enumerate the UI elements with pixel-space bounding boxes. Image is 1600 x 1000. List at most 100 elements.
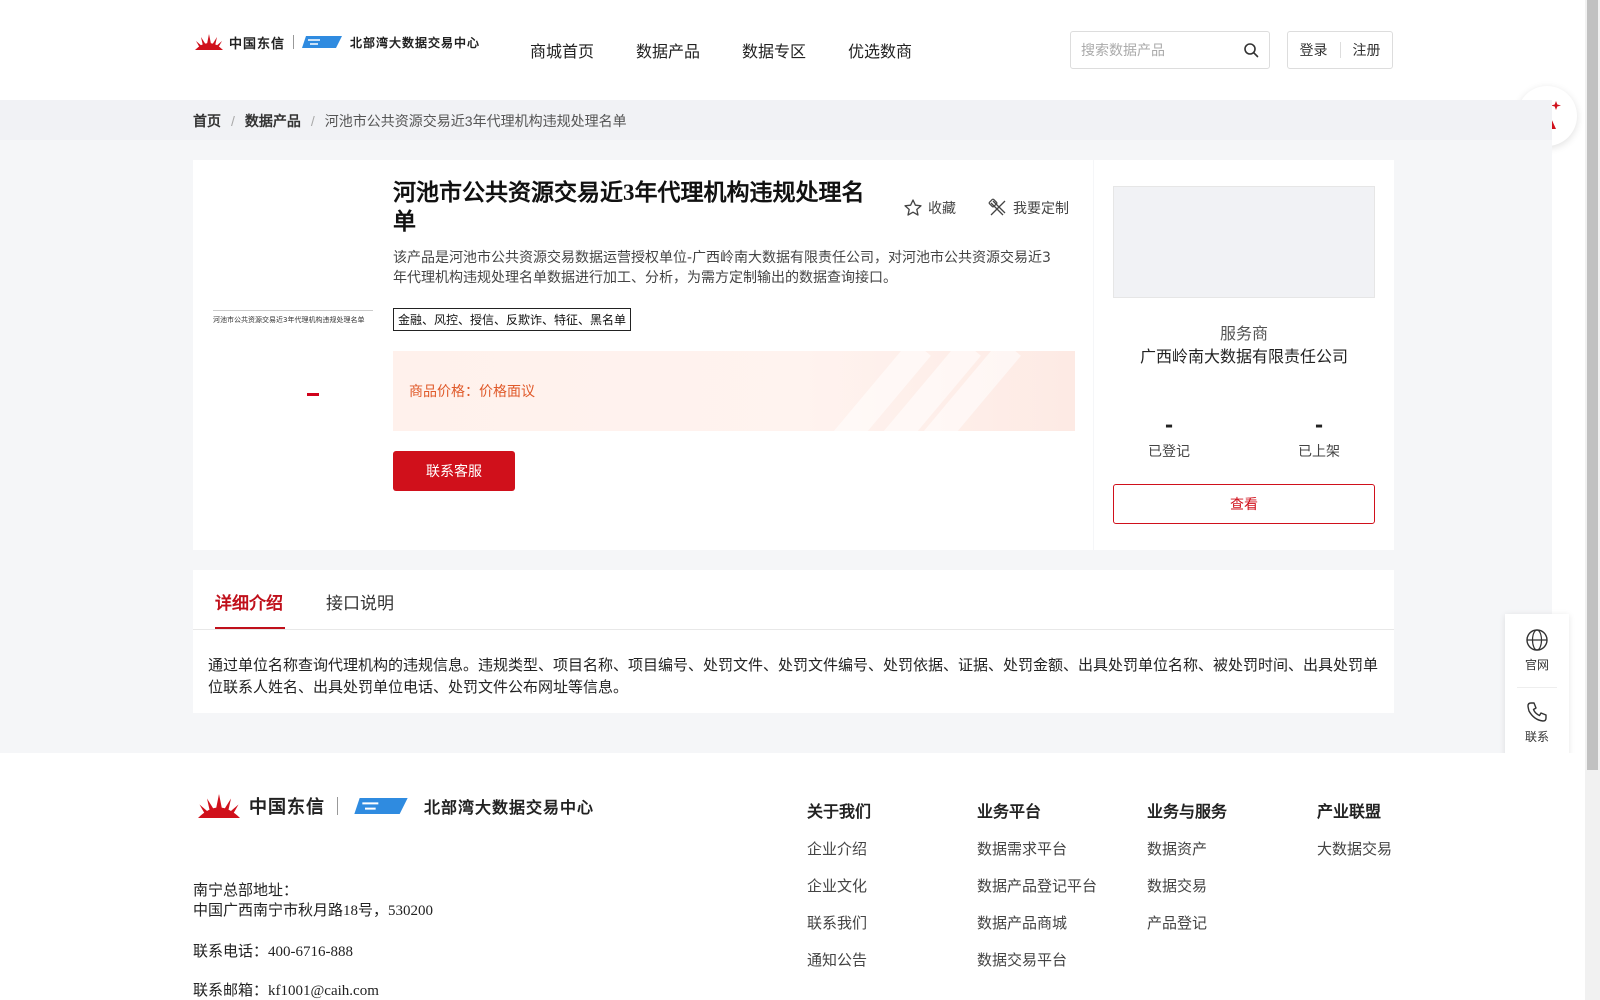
provider-label: 服务商: [1219, 324, 1268, 343]
logo-divider: [337, 797, 338, 815]
nav-preferred-vendors[interactable]: 优选数商: [848, 38, 912, 62]
site-logo[interactable]: 中国东信 北部湾大数据交易中心: [193, 30, 480, 54]
main-nav: 商城首页 数据产品 数据专区 优选数商: [530, 38, 912, 62]
product-thumbnail: 河池市公共资源交易近3年代理机构违规处理名单: [213, 220, 373, 396]
stat-label: 已上架: [1298, 444, 1340, 460]
provider-card: 服务商 广西岭南大数据有限责任公司 - 已登记 - 已上架 查看: [1094, 160, 1394, 550]
customize-label: 我要定制: [1013, 201, 1069, 217]
tab-api-docs[interactable]: 接口说明: [326, 589, 394, 614]
login-button[interactable]: 登录: [1300, 40, 1328, 60]
provider-stat-listed: - 已上架: [1244, 415, 1394, 461]
footer-col-title: 关于我们: [807, 802, 872, 821]
footer-link[interactable]: 数据交易: [1147, 876, 1227, 896]
auth-divider: [1339, 42, 1341, 58]
thumbnail-caption: 河池市公共资源交易近3年代理机构违规处理名单: [213, 316, 365, 324]
logo-brand-cn: 中国东信: [249, 797, 325, 818]
toolbar-divider: [1517, 687, 1557, 688]
detail-section: 详细介绍 接口说明 通过单位名称查询代理机构的违规信息。违规类型、项目名称、项目…: [193, 570, 1394, 713]
footer-col-alliance: 产业联盟 大数据交易: [1317, 798, 1392, 876]
tab-details[interactable]: 详细介绍: [215, 589, 283, 614]
phone-icon: [1527, 702, 1547, 722]
footer-phone: 联系电话：400-6716-888: [193, 944, 353, 960]
customize-button[interactable]: 我要定制: [988, 198, 1069, 218]
footer-link[interactable]: 数据交易平台: [977, 950, 1097, 970]
product-title: 河池市公共资源交易近3年代理机构违规处理名单: [393, 180, 865, 234]
favorite-button[interactable]: 收藏: [903, 198, 956, 218]
breadcrumb: 首页 / 数据产品 / 河池市公共资源交易近3年代理机构违规处理名单: [193, 111, 627, 131]
product-description: 该产品是河池市公共资源交易数据运营授权单位-广西岭南大数据有限责任公司，对河池市…: [393, 250, 1051, 286]
logo-brand-en: 北部湾大数据交易中心: [350, 35, 481, 50]
footer-link[interactable]: 数据产品登记平台: [977, 876, 1097, 896]
thumbnail-rule: [213, 310, 373, 311]
scrollbar-thumb[interactable]: [1587, 0, 1598, 770]
auth-box: 登录 注册: [1287, 31, 1393, 69]
product-card: 河池市公共资源交易近3年代理机构违规处理名单 河池市公共资源交易近3年代理机构违…: [193, 160, 1093, 550]
active-tab-indicator: [215, 627, 285, 629]
official-site-label: 官网: [1524, 658, 1549, 672]
search-box: [1070, 31, 1270, 69]
breadcrumb-separator: /: [310, 113, 315, 129]
site-header: 中国东信 北部湾大数据交易中心 商城首页 数据产品 数据专区 优选数商 登录 注…: [0, 0, 1552, 100]
footer-link[interactable]: 数据需求平台: [977, 839, 1097, 859]
footer-link[interactable]: 通知公告: [807, 950, 871, 970]
logo-brand-en: 北部湾大数据交易中心: [424, 798, 595, 817]
thumbnail-accent: [307, 393, 319, 396]
breadcrumb-bar: 首页 / 数据产品 / 河池市公共资源交易近3年代理机构违规处理名单: [0, 100, 1552, 140]
detail-tabs: 详细介绍 接口说明: [193, 570, 1394, 630]
flower-logo-icon: [193, 791, 245, 821]
register-button[interactable]: 注册: [1353, 40, 1381, 60]
globe-icon: [1526, 629, 1548, 651]
footer-col-services: 业务与服务 数据资产 数据交易 产品登记: [1147, 798, 1227, 950]
nav-data-products[interactable]: 数据产品: [636, 38, 700, 62]
side-toolbar: 官网 联系: [1505, 614, 1569, 760]
product-tags: 金融、风控、授信、反欺诈、特征、黑名单: [393, 308, 632, 331]
footer-link[interactable]: 大数据交易: [1317, 839, 1392, 859]
contact-button[interactable]: 联系: [1505, 700, 1569, 745]
footer-link[interactable]: 企业文化: [807, 876, 871, 896]
provider-logo-placeholder: [1113, 186, 1375, 298]
price-box: 商品价格：价格面议: [393, 351, 1075, 431]
tools-icon: [988, 198, 1006, 216]
address-value: 中国广西南宁市秋月路18号，530200: [193, 903, 434, 919]
search-input[interactable]: [1071, 33, 1231, 67]
contact-service-button[interactable]: 联系客服: [393, 451, 515, 491]
provider-name: 广西岭南大数据有限责任公司: [1139, 347, 1348, 366]
detail-text: 通过单位名称查询代理机构的违规信息。违规类型、项目名称、项目编号、处罚文件、处罚…: [208, 656, 1379, 696]
logo-wave-icon: [354, 798, 408, 814]
address-label: 南宁总部地址：: [193, 883, 299, 899]
nav-home[interactable]: 商城首页: [530, 38, 594, 62]
price-label: 商品价格：价格面议: [409, 384, 535, 400]
official-site-button[interactable]: 官网: [1505, 628, 1569, 673]
stat-label: 已登记: [1148, 444, 1190, 460]
provider-stat-registered: - 已登记: [1094, 415, 1244, 461]
product-actions: 收藏 我要定制: [903, 198, 1069, 218]
nav-data-zone[interactable]: 数据专区: [742, 38, 806, 62]
flower-logo-icon: [193, 32, 225, 52]
footer-email: 联系邮箱：kf1001@caih.com: [193, 983, 379, 999]
footer-address: 南宁总部地址： 中国广西南宁市秋月路18号，530200: [193, 881, 433, 921]
page-scrollbar[interactable]: [1585, 0, 1600, 1000]
footer-col-title: 业务平台: [977, 802, 1042, 821]
favorite-label: 收藏: [928, 201, 956, 217]
site-footer: 中国东信 北部湾大数据交易中心 南宁总部地址： 中国广西南宁市秋月路18号，53…: [0, 753, 1585, 1000]
footer-col-platform: 业务平台 数据需求平台 数据产品登记平台 数据产品商城 数据交易平台: [977, 798, 1097, 987]
stat-value: -: [1164, 413, 1174, 437]
footer-col-title: 产业联盟: [1317, 802, 1382, 821]
logo-divider: [293, 35, 295, 49]
breadcrumb-category[interactable]: 数据产品: [245, 111, 301, 131]
footer-link[interactable]: 联系我们: [807, 913, 871, 933]
footer-link[interactable]: 企业介绍: [807, 839, 871, 859]
breadcrumb-separator: /: [231, 113, 235, 129]
footer-link[interactable]: 产品登记: [1147, 913, 1227, 933]
logo-brand-cn: 中国东信: [229, 36, 286, 52]
footer-col-title: 业务与服务: [1147, 802, 1228, 821]
footer-link[interactable]: 数据产品商城: [977, 913, 1097, 933]
search-icon[interactable]: [1243, 42, 1259, 58]
breadcrumb-home[interactable]: 首页: [193, 111, 221, 131]
star-icon: [904, 199, 922, 216]
footer-logo[interactable]: 中国东信 北部湾大数据交易中心: [193, 791, 594, 821]
view-provider-button[interactable]: 查看: [1113, 484, 1375, 524]
footer-link[interactable]: 数据资产: [1147, 839, 1227, 859]
logo-wave-icon: [302, 36, 343, 48]
stat-value: -: [1314, 413, 1324, 437]
